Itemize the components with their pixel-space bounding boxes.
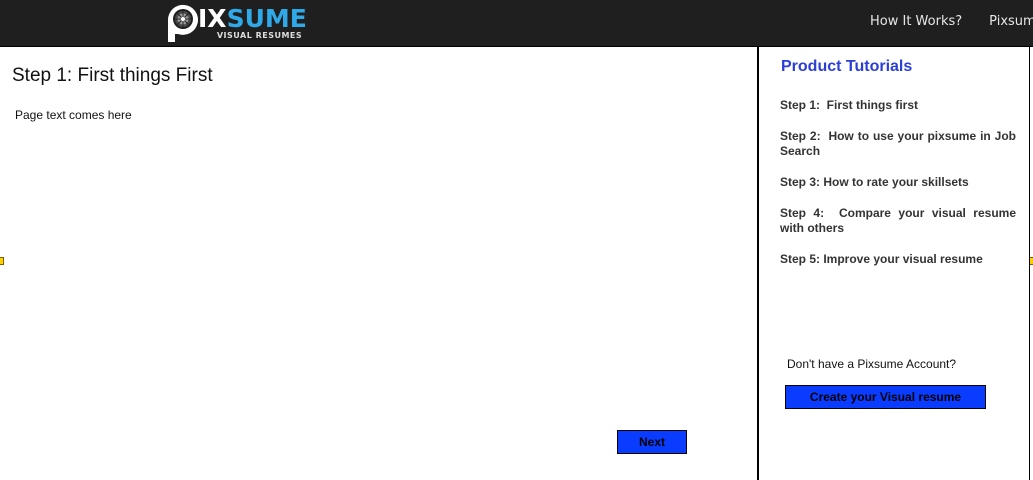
- create-visual-resume-button[interactable]: Create your Visual resume: [785, 385, 986, 409]
- nav-link-how-it-works[interactable]: How It Works?: [870, 14, 962, 29]
- logo-tagline: VISUAL RESUMES: [216, 31, 303, 40]
- logo-wordmark: IXSUME: [198, 6, 307, 31]
- tutorial-link-step-3[interactable]: Step 3: How to rate your skillsets: [780, 175, 1016, 190]
- left-resize-handle[interactable]: [0, 257, 4, 265]
- pixsume-logo[interactable]: IXSUME VISUAL RESUMES: [162, 2, 332, 44]
- tutorial-link-step-4[interactable]: Step 4: Compare your visual resume with …: [780, 206, 1016, 236]
- tutorial-link-step-5[interactable]: Step 5: Improve your visual resume: [780, 252, 1016, 267]
- tutorials-sidebar: Product Tutorials Step 1: First things f…: [757, 47, 1030, 480]
- next-button[interactable]: Next: [617, 430, 687, 454]
- top-navigation-bar: IXSUME VISUAL RESUMES How It Works? Pixsu…: [0, 0, 1033, 47]
- page-body-text: Page text comes here: [15, 108, 132, 122]
- tutorial-list: Step 1: First things first Step 2: How t…: [780, 98, 1016, 283]
- page-title: Step 1: First things First: [12, 65, 213, 86]
- tutorial-link-step-1[interactable]: Step 1: First things first: [780, 98, 1016, 113]
- logo-wordmark-ix: IX: [198, 4, 227, 33]
- account-prompt: Don't have a Pixsume Account?: [787, 357, 957, 371]
- camera-lens-icon: [162, 2, 198, 42]
- logo-wordmark-sume: SUME: [226, 4, 307, 33]
- nav-link-pixsume[interactable]: Pixsume: [989, 14, 1033, 29]
- main-nav: How It Works? Pixsume: [870, 14, 1033, 29]
- tutorial-link-step-2[interactable]: Step 2: How to use your pixsume in Job S…: [780, 129, 1016, 159]
- sidebar-title: Product Tutorials: [781, 58, 913, 75]
- main-content: Step 1: First things First Page text com…: [0, 47, 757, 480]
